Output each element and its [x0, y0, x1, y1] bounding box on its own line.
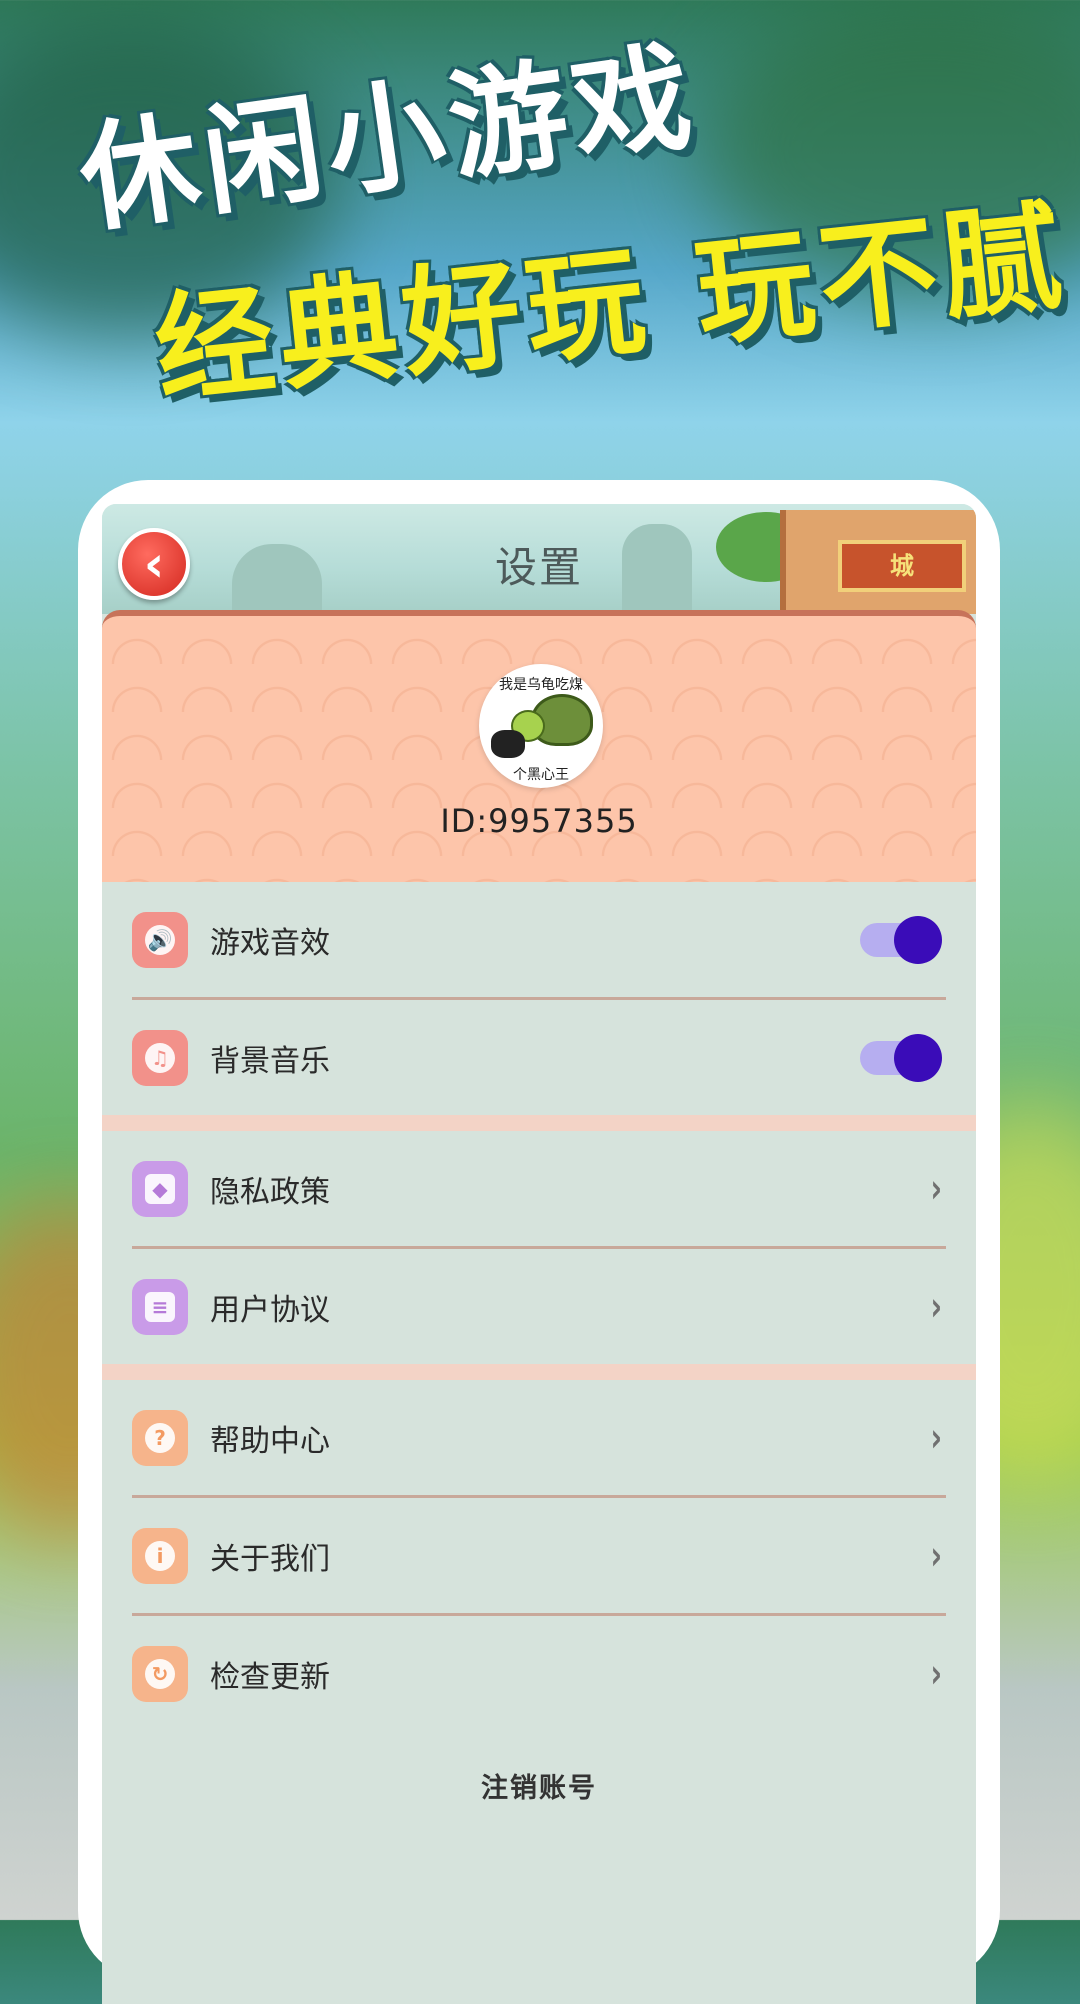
chevron-right-icon: › — [929, 1165, 942, 1212]
setting-label: 关于我们 — [210, 1541, 330, 1577]
page-title: 设置 — [494, 543, 583, 592]
top-bar: 城 ‹ 设置 — [102, 504, 976, 614]
speaker-icon: 🔊 — [132, 911, 188, 968]
setting-label: 用户协议 — [210, 1292, 330, 1328]
refresh-icon: ↻ — [132, 1645, 188, 1702]
setting-row-background-music[interactable]: ♫ 背景音乐 — [132, 997, 946, 1115]
settings-screen: 城 ‹ 设置 我是乌龟吃煤 个黑心王 ID:9957355 🔊 游戏音效 ♫ 背… — [102, 504, 976, 2004]
sound-effects-toggle[interactable] — [860, 915, 942, 964]
toggle-knob — [894, 915, 942, 964]
setting-row-check-update[interactable]: ↻ 检查更新 › — [132, 1613, 946, 1731]
setting-label: 检查更新 — [210, 1659, 330, 1695]
sound-group: 🔊 游戏音效 ♫ 背景音乐 — [102, 882, 976, 1115]
user-id: ID:9957355 — [440, 802, 638, 840]
setting-row-about-us[interactable]: i 关于我们 › — [132, 1495, 946, 1613]
chevron-right-icon: › — [929, 1414, 942, 1461]
cancel-account-button[interactable]: 注销账号 — [102, 1766, 976, 1805]
shield-icon: ◆ — [132, 1160, 188, 1217]
document-icon: ≡ — [132, 1278, 188, 1335]
setting-row-help-center[interactable]: ? 帮助中心 › — [132, 1380, 946, 1495]
avatar-caption-top: 我是乌龟吃煤 — [499, 677, 583, 693]
promo-banner: 休闲小游戏 经典好玩 玩不腻 — [0, 0, 1080, 460]
avatar[interactable]: 我是乌龟吃煤 个黑心王 — [479, 664, 603, 788]
toggle-knob — [894, 1033, 942, 1082]
phone-frame: 城 ‹ 设置 我是乌龟吃煤 个黑心王 ID:9957355 🔊 游戏音效 ♫ 背… — [78, 480, 1000, 2004]
question-icon: ? — [132, 1409, 188, 1466]
chevron-right-icon: › — [929, 1650, 942, 1697]
music-wave-icon: ♫ — [132, 1029, 188, 1086]
background-music-toggle[interactable] — [860, 1033, 942, 1082]
setting-row-privacy-policy[interactable]: ◆ 隐私政策 › — [132, 1131, 946, 1246]
policy-group: ◆ 隐私政策 › ≡ 用户协议 › — [102, 1115, 976, 1364]
avatar-caption-bottom: 个黑心王 — [513, 767, 569, 783]
coal-icon — [491, 730, 525, 758]
chevron-right-icon: › — [929, 1532, 942, 1579]
setting-row-sound-effects[interactable]: 🔊 游戏音效 — [132, 882, 946, 997]
setting-label: 游戏音效 — [210, 925, 330, 961]
setting-label: 背景音乐 — [210, 1043, 330, 1079]
profile-card: 我是乌龟吃煤 个黑心王 ID:9957355 — [102, 610, 976, 889]
setting-row-user-agreement[interactable]: ≡ 用户协议 › — [132, 1246, 946, 1364]
settings-list: 🔊 游戏音效 ♫ 背景音乐 ◆ 隐私政策 › ≡ 用户协议 › ? 帮助中心 ›… — [102, 882, 976, 1731]
support-group: ? 帮助中心 › i 关于我们 › ↻ 检查更新 › — [102, 1364, 976, 1731]
setting-label: 隐私政策 — [210, 1174, 330, 1210]
chevron-right-icon: › — [929, 1283, 942, 1330]
info-icon: i — [132, 1527, 188, 1584]
setting-label: 帮助中心 — [210, 1423, 330, 1459]
